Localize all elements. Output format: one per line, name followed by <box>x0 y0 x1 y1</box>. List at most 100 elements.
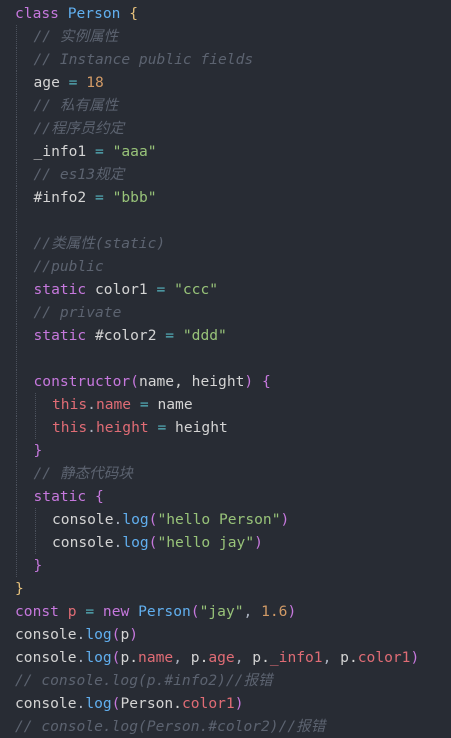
code-token: log <box>85 649 112 666</box>
code-token: _info1 <box>33 143 96 160</box>
code-line-content: //程序员约定 <box>34 120 125 137</box>
code-token: . <box>76 695 86 712</box>
code-token: { <box>261 373 271 390</box>
indent-guide <box>16 232 17 255</box>
code-line[interactable] <box>0 347 451 370</box>
code-token: color1 <box>86 281 157 298</box>
indent-guide <box>16 186 17 209</box>
code-token: ) <box>287 603 297 620</box>
indent-guide <box>34 416 36 439</box>
indent-guide <box>16 485 17 508</box>
code-line[interactable]: _info1 = "aaa" <box>0 140 451 163</box>
code-line-content: static { <box>34 488 104 505</box>
code-editor[interactable]: class Person { // 实例属性 // Instance public … <box>0 2 451 738</box>
code-line[interactable]: //程序员约定 <box>0 117 451 140</box>
indent-guide <box>34 393 36 416</box>
code-line[interactable]: age = 18 <box>0 71 451 94</box>
code-line[interactable]: // Instance public fields <box>0 48 451 71</box>
code-line[interactable]: console.log(p.name, p.age, p._info1, p.c… <box>0 646 451 669</box>
code-token: height <box>166 419 228 436</box>
code-line-content: constructor(name, height) { <box>34 373 271 390</box>
code-token: //public <box>33 258 104 275</box>
code-line[interactable]: console.log(Person.color1) <box>0 692 451 715</box>
indent-guide <box>16 554 17 577</box>
code-line[interactable]: static color1 = "ccc" <box>0 278 451 301</box>
code-token: log <box>85 626 112 643</box>
code-token: #color2 <box>86 327 166 344</box>
code-line-content: // es13规定 <box>34 166 125 183</box>
code-line[interactable]: static { <box>0 485 451 508</box>
code-line-content: } <box>15 580 24 597</box>
code-line[interactable]: // private <box>0 301 451 324</box>
code-token: ) <box>244 373 254 390</box>
code-line-content: #info2 = "bbb" <box>34 189 157 206</box>
code-line[interactable]: console.log("hello Person") <box>0 508 451 531</box>
code-token: = <box>165 327 175 344</box>
code-token: new <box>102 603 130 620</box>
code-token: color1 <box>181 695 235 712</box>
code-line[interactable]: #info2 = "bbb" <box>0 186 451 209</box>
code-line[interactable]: } <box>0 554 451 577</box>
code-line-content: // 实例属性 <box>34 28 119 45</box>
code-line[interactable]: console.log("hello jay") <box>0 531 451 554</box>
code-token: console <box>52 511 114 528</box>
code-line-content: class Person { <box>15 5 138 22</box>
code-line[interactable] <box>0 209 451 232</box>
code-token: #info2 <box>33 189 96 206</box>
code-line[interactable]: class Person { <box>0 2 451 25</box>
code-line[interactable]: const p = new Person("jay", 1.6) <box>0 600 451 623</box>
code-line-content: console.log("hello jay") <box>52 534 263 551</box>
code-token: // Instance public fields <box>33 51 254 68</box>
code-token: = <box>85 603 95 620</box>
code-line[interactable]: } <box>0 439 451 462</box>
indent-guide <box>16 278 17 301</box>
code-token: name, height <box>138 373 245 390</box>
indent-guide <box>16 439 17 462</box>
code-token: _info1 <box>269 649 323 666</box>
code-line[interactable]: // 实例属性 <box>0 25 451 48</box>
code-token: ) <box>280 511 290 528</box>
code-token: // console.log(Person.#color2)//报错 <box>15 718 326 735</box>
code-token: log <box>85 695 112 712</box>
code-line-content: const p = new Person("jay", 1.6) <box>15 603 296 620</box>
code-token: } <box>15 580 24 597</box>
code-token: Person <box>67 5 121 22</box>
code-line[interactable]: this.height = height <box>0 416 451 439</box>
code-token: p. <box>340 649 358 666</box>
indent-guide <box>16 209 17 232</box>
code-line-content: // console.log(p.#info2)//报错 <box>15 672 273 689</box>
code-token: . <box>113 511 123 528</box>
code-line-content: //类属性(static) <box>34 235 166 252</box>
code-line[interactable]: this.name = name <box>0 393 451 416</box>
code-token: = <box>156 281 166 298</box>
code-line[interactable]: static #color2 = "ddd" <box>0 324 451 347</box>
code-line[interactable]: //public <box>0 255 451 278</box>
code-line[interactable]: // es13规定 <box>0 163 451 186</box>
code-line[interactable]: } <box>0 577 451 600</box>
indent-guide <box>16 416 17 439</box>
code-line[interactable]: console.log(p) <box>0 623 451 646</box>
code-line[interactable]: //类属性(static) <box>0 232 451 255</box>
code-line-content: console.log(Person.color1) <box>15 695 244 712</box>
indent-guide <box>16 48 17 71</box>
code-line[interactable]: constructor(name, height) { <box>0 370 451 393</box>
code-token: = <box>139 396 149 413</box>
indent-guide <box>16 163 17 186</box>
code-token: ( <box>190 603 200 620</box>
code-token: ) <box>129 626 139 643</box>
code-line[interactable]: // 私有属性 <box>0 94 451 117</box>
code-line-content: console.log("hello Person") <box>52 511 289 528</box>
code-token: = <box>95 189 104 206</box>
code-line[interactable]: // console.log(Person.#color2)//报错 <box>0 715 451 738</box>
code-token: age <box>208 649 235 666</box>
code-line-content: //public <box>34 258 104 275</box>
code-token: // 私有属性 <box>33 97 119 114</box>
code-line[interactable]: // 静态代码块 <box>0 462 451 485</box>
code-line[interactable]: // console.log(p.#info2)//报错 <box>0 669 451 692</box>
code-token: // es13规定 <box>33 166 125 183</box>
